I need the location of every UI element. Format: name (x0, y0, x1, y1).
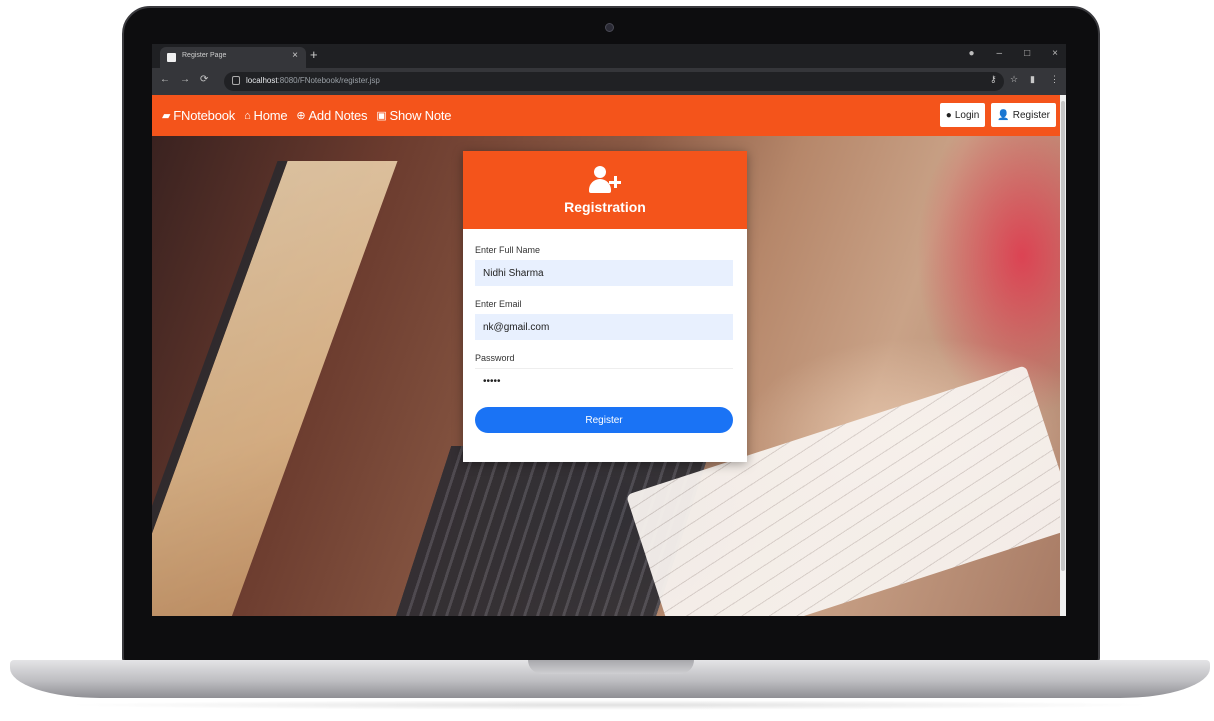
register-submit-button[interactable]: Register (475, 407, 733, 433)
star-icon[interactable]: ☆ (1010, 74, 1018, 85)
register-nav-label: Register (1012, 109, 1050, 121)
address-book-icon: ▣ (376, 110, 387, 122)
registration-form: Enter Full Name Enter Email Password Reg… (463, 229, 747, 433)
nav-add-notes[interactable]: ⊕ Add Notes (296, 108, 367, 123)
login-label: Login (954, 109, 980, 121)
background-laptop (152, 161, 398, 616)
auth-buttons: ● Login 👤 Register (939, 103, 1056, 127)
maximize-button[interactable]: □ (1024, 48, 1030, 59)
tab-title: Register Page (182, 52, 227, 59)
nav-show-note-label: Show Note (389, 108, 452, 123)
back-arrow-icon[interactable]: ← (160, 74, 170, 85)
brand-link[interactable]: ▰ FNotebook (162, 108, 235, 123)
laptop-notch (528, 660, 694, 674)
plus-circle-icon: ⊕ (296, 110, 306, 122)
extension-icon[interactable]: ▮ (1030, 74, 1035, 85)
site-navbar: ▰ FNotebook ⌂ Home ⊕ Add Notes ▣ Show No… (152, 95, 1066, 136)
forward-arrow-icon[interactable]: → (180, 74, 190, 85)
user-plus-small-icon: 👤 (997, 109, 1010, 121)
book-icon: ▰ (162, 110, 171, 122)
nav-show-note[interactable]: ▣ Show Note (376, 108, 451, 123)
laptop-screen: Register Page × + ● – □ × ← → ⟳ localhos… (152, 44, 1066, 616)
hero-background-image: Registration Enter Full Name Enter Email… (152, 136, 1066, 616)
new-tab-button[interactable]: + (310, 47, 318, 62)
password-label: Password (475, 353, 515, 363)
info-icon[interactable] (232, 76, 240, 85)
close-window-button[interactable]: × (1052, 48, 1058, 59)
nav-home[interactable]: ⌂ Home (244, 108, 288, 123)
reload-icon[interactable]: ⟳ (200, 74, 208, 85)
register-nav-button[interactable]: 👤 Register (991, 103, 1056, 127)
brand-label: FNotebook (173, 108, 236, 123)
card-title: Registration (564, 198, 646, 215)
menu-icon[interactable]: ⋮ (1050, 74, 1059, 85)
password-input[interactable] (475, 368, 733, 394)
user-circle-icon: ● (945, 109, 952, 121)
scrollbar[interactable] (1060, 95, 1066, 616)
email-input[interactable] (475, 314, 733, 340)
login-button[interactable]: ● Login (939, 103, 986, 127)
card-header: Registration (463, 151, 747, 229)
profile-icon[interactable]: ● (969, 48, 975, 59)
window-controls: ● – □ × (969, 48, 1059, 59)
full-name-input[interactable] (475, 260, 733, 286)
nav-home-label: Home (253, 108, 288, 123)
key-icon[interactable]: ⚷ (990, 74, 997, 85)
minimize-button[interactable]: – (997, 48, 1003, 59)
webcam (605, 23, 614, 32)
home-icon: ⌂ (244, 109, 251, 122)
registration-card: Registration Enter Full Name Enter Email… (463, 151, 747, 462)
name-label: Enter Full Name (475, 245, 541, 255)
nav-add-notes-label: Add Notes (308, 108, 368, 123)
user-plus-icon (587, 165, 623, 196)
browser-tab[interactable]: Register Page × (160, 47, 306, 68)
laptop-shadow (60, 700, 1160, 710)
email-label: Enter Email (475, 299, 522, 309)
tab-close-icon[interactable]: × (292, 50, 298, 61)
favicon-icon (167, 53, 176, 62)
web-page: ▰ FNotebook ⌂ Home ⊕ Add Notes ▣ Show No… (152, 95, 1066, 616)
browser-toolbar: ← → ⟳ localhost:8080/FNotebook/register.… (152, 68, 1066, 95)
url-text: localhost:8080/FNotebook/register.jsp (246, 76, 380, 85)
browser-tab-strip: Register Page × + ● – □ × (152, 44, 1066, 68)
address-bar[interactable]: localhost:8080/FNotebook/register.jsp (224, 72, 1004, 91)
scrollbar-thumb[interactable] (1061, 101, 1065, 571)
